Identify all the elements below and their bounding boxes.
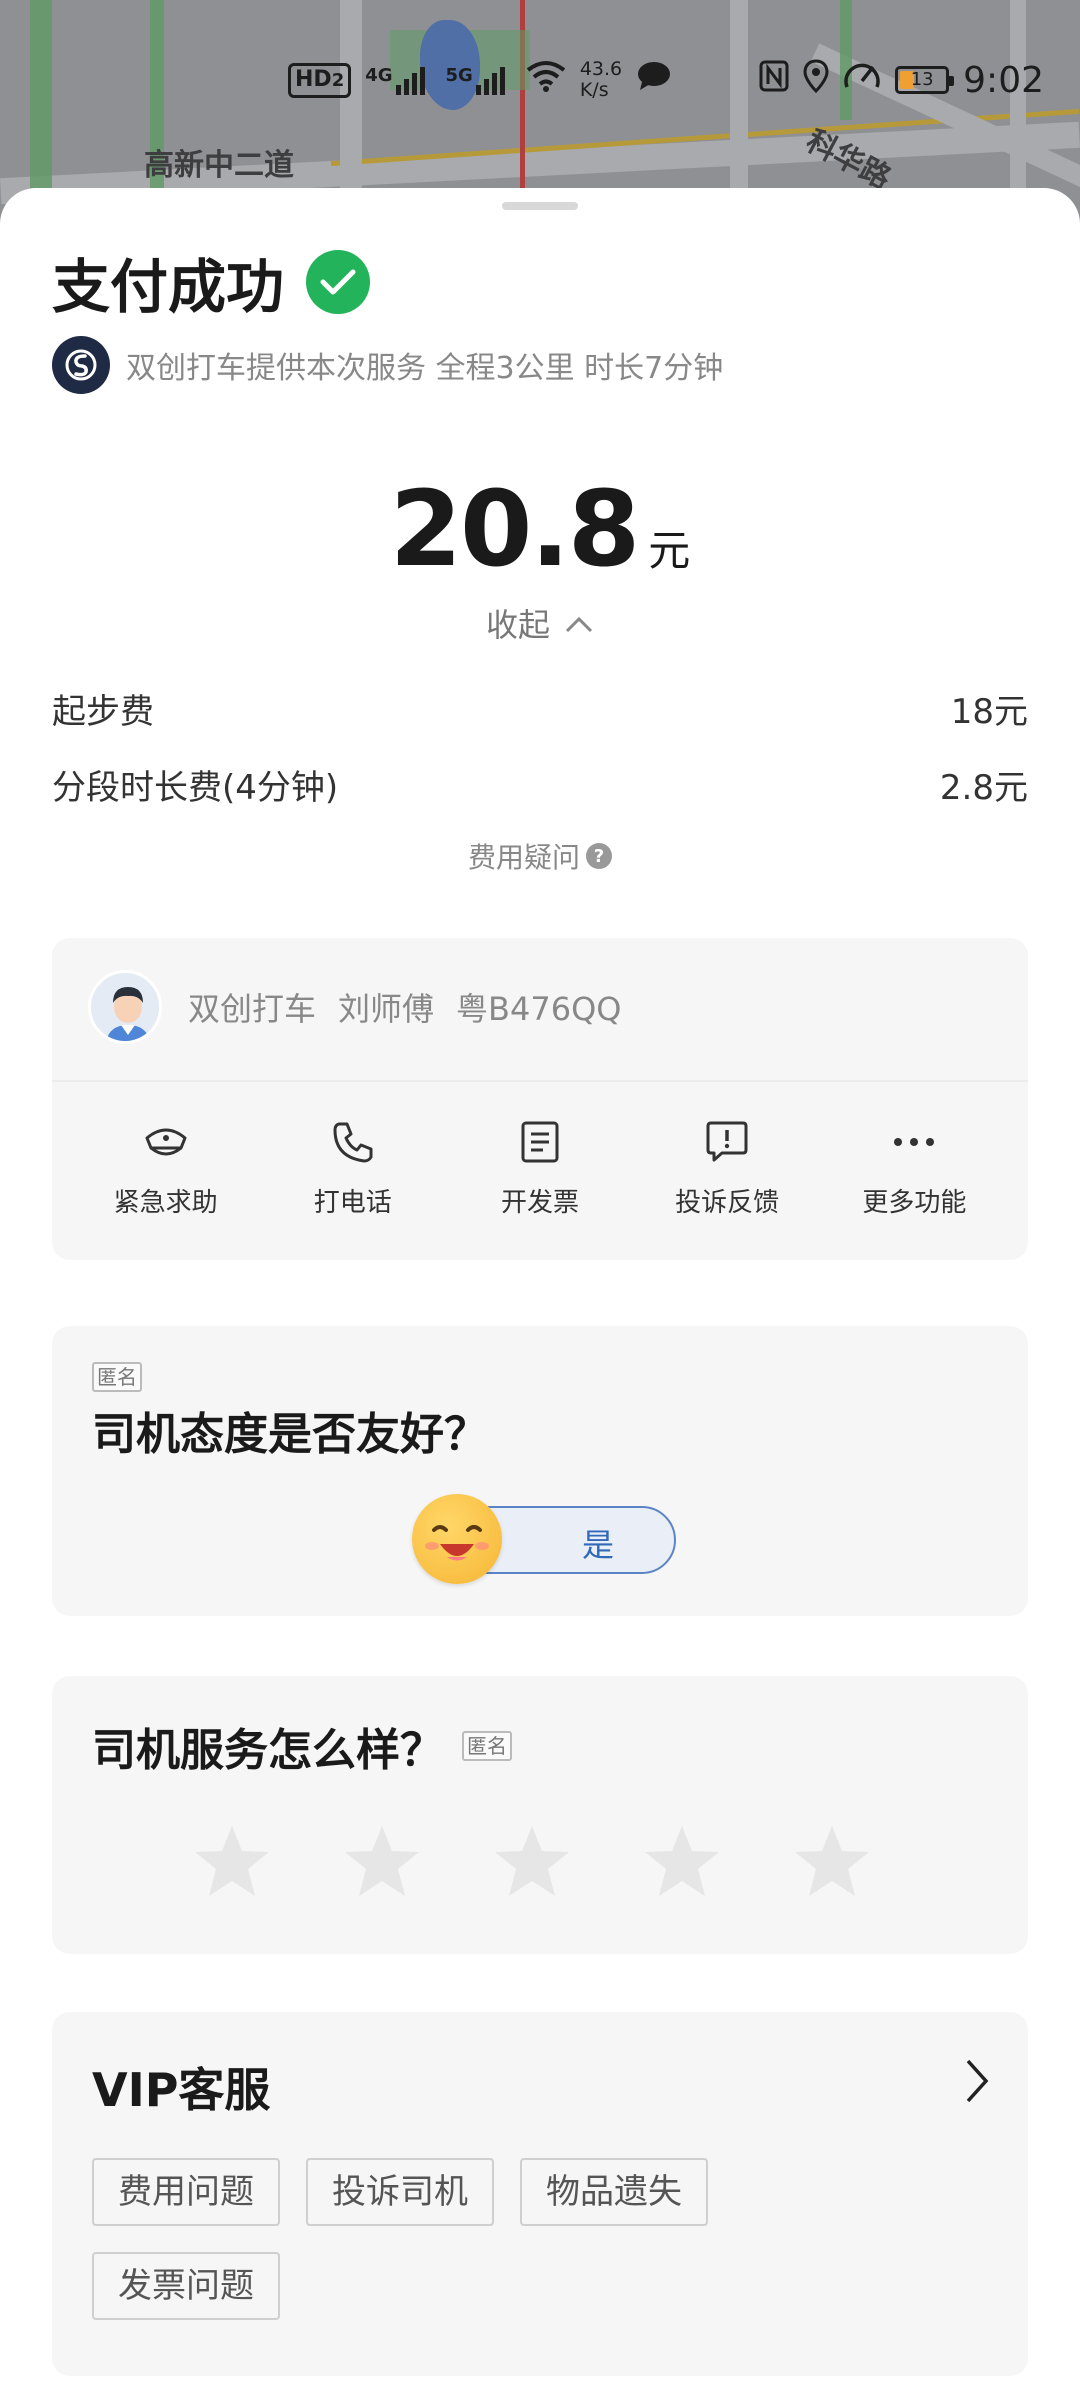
driver-plate: 粤B476QQ — [456, 990, 622, 1028]
speedometer-icon — [843, 59, 881, 101]
star-4-icon[interactable] — [642, 1822, 722, 1902]
signal-4g-icon: 4G — [365, 65, 431, 95]
invoice-button[interactable]: 开发票 — [480, 1118, 600, 1219]
collapse-toggle[interactable]: 收起 — [0, 600, 1080, 646]
star-1-icon[interactable] — [192, 1822, 272, 1902]
fee-row: 起步费 18元 — [52, 684, 1028, 733]
nfc-icon — [759, 60, 789, 100]
star-2-icon[interactable] — [342, 1822, 422, 1902]
payment-amount: 20.8 元 — [0, 468, 1080, 590]
page-title: 支付成功 — [52, 253, 285, 321]
fee-question-label: 费用疑问 — [467, 841, 580, 874]
invoice-icon — [516, 1118, 564, 1166]
service-rating-card: 司机服务怎么样？ 匿名 — [52, 1676, 1028, 1954]
chevron-right-icon[interactable] — [962, 2056, 992, 2110]
hd-badge: HD2 — [288, 62, 352, 98]
anonymous-badge: 匿名 — [462, 1731, 512, 1761]
attitude-question: 司机态度是否友好？ — [92, 1409, 488, 1460]
driver-name: 刘师傅 — [338, 990, 435, 1028]
location-icon — [803, 59, 829, 101]
battery-icon: 13 — [895, 66, 955, 94]
more-icon — [890, 1118, 938, 1166]
vip-service-card[interactable]: VIP客服 费用问题 投诉司机 物品遗失 发票问题 — [52, 2012, 1028, 2376]
action-label: 更多功能 — [862, 1188, 967, 1218]
status-bar-right: 13 9:02 — [759, 52, 1044, 108]
vip-tags: 费用问题 投诉司机 物品遗失 发票问题 — [92, 2158, 792, 2320]
fee-value: 18元 — [950, 692, 1028, 732]
service-info: 双创打车提供本次服务 全程3公里 时长7分钟 — [52, 336, 723, 394]
driver-info: 双创打车 刘师傅 粤B476QQ — [88, 970, 621, 1044]
complaint-feedback-button[interactable]: 投诉反馈 — [667, 1118, 787, 1219]
emergency-help-button[interactable]: 紧急求助 — [106, 1118, 226, 1219]
service-description: 双创打车提供本次服务 全程3公里 时长7分钟 — [126, 351, 724, 386]
map-label-road-1: 高新中二道 — [144, 148, 294, 183]
action-label: 打电话 — [313, 1188, 392, 1218]
question-icon: ? — [586, 843, 612, 869]
tag-fee-issue[interactable]: 费用问题 — [92, 2158, 280, 2226]
service-question: 司机服务怎么样？ — [92, 1725, 444, 1776]
tag-invoice-issue[interactable]: 发票问题 — [92, 2252, 280, 2320]
amount-unit: 元 — [648, 526, 691, 575]
amount-value: 20.8 — [389, 468, 641, 590]
star-3-icon[interactable] — [492, 1822, 572, 1902]
chevron-up-icon — [564, 604, 594, 642]
fee-question-link[interactable]: 费用疑问 ? — [0, 836, 1080, 876]
attitude-card: 匿名 司机态度是否友好？ 是 — [52, 1326, 1028, 1616]
fee-value: 2.8元 — [939, 768, 1028, 808]
vip-title: VIP客服 — [92, 2063, 271, 2117]
status-bar-left: HD2 4G 5G 43.6 K/s — [288, 52, 672, 108]
message-icon — [636, 60, 672, 100]
action-label: 紧急求助 — [113, 1188, 218, 1218]
rating-header: 司机服务怎么样？ 匿名 — [92, 1714, 512, 1778]
phone-icon — [329, 1118, 377, 1166]
complaint-icon — [703, 1118, 751, 1166]
payment-sheet: 支付成功 双创打车提供本次服务 全程3公里 时长7分钟 20.8 元 收起 起步费… — [0, 188, 1080, 2400]
divider — [52, 1080, 1028, 1082]
signal-5g-icon: 5G — [446, 65, 512, 95]
tag-lost-item[interactable]: 物品遗失 — [520, 2158, 708, 2226]
title-row: 支付成功 — [52, 240, 371, 324]
driver-actions: 紧急求助 打电话 开发票 投诉反馈 更多功能 — [52, 1118, 1028, 1219]
driver-details: 双创打车 刘师傅 粤B476QQ — [188, 984, 621, 1030]
police-cap-icon — [142, 1118, 190, 1166]
success-check-icon — [306, 250, 371, 314]
smiley-emoji-icon — [412, 1494, 502, 1584]
fee-row: 分段时长费(4分钟) 2.8元 — [52, 760, 1028, 809]
tag-complain-driver[interactable]: 投诉司机 — [306, 2158, 494, 2226]
collapse-label: 收起 — [485, 606, 550, 644]
service-logo-icon — [52, 336, 110, 394]
fee-name: 分段时长费(4分钟) — [52, 768, 339, 808]
anonymous-badge: 匿名 — [92, 1362, 142, 1392]
wifi-icon — [526, 60, 566, 100]
action-label: 投诉反馈 — [675, 1188, 780, 1218]
driver-avatar — [88, 970, 162, 1044]
star-rating — [192, 1822, 872, 1902]
star-5-icon[interactable] — [792, 1822, 872, 1902]
driver-card: 双创打车 刘师傅 粤B476QQ 紧急求助 打电话 开发票 投诉反馈 更多功能 — [52, 938, 1028, 1260]
call-button[interactable]: 打电话 — [293, 1118, 413, 1219]
yes-label: 是 — [582, 1526, 615, 1564]
action-label: 开发票 — [500, 1188, 579, 1218]
driver-company: 双创打车 — [188, 990, 317, 1028]
fee-name: 起步费 — [52, 692, 154, 732]
more-functions-button[interactable]: 更多功能 — [854, 1118, 974, 1219]
sheet-drag-handle[interactable] — [502, 202, 578, 210]
network-speed: 43.6 K/s — [579, 58, 623, 101]
clock: 9:02 — [963, 59, 1044, 101]
